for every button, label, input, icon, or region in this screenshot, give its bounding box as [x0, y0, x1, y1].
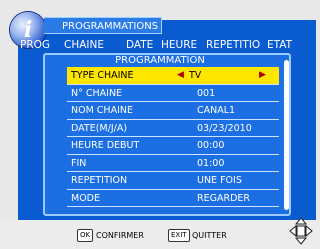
tab-date[interactable]: DATE — [126, 38, 153, 52]
row-date[interactable]: DATE(M/J/A) 03/23/2010 — [67, 120, 279, 137]
row-value: 001 — [197, 87, 216, 99]
ok-key-icon[interactable]: OK — [77, 229, 94, 242]
row-mode[interactable]: MODE REGARDER — [67, 190, 279, 207]
column-tabs: PROG CHAINE DATE HEURE REPETITIO ETAT — [18, 38, 316, 52]
row-label: N° CHAINE — [71, 87, 123, 99]
row-value: CANAL1 — [197, 105, 236, 116]
row-label: MODE — [71, 192, 100, 204]
scrollbar[interactable] — [284, 60, 289, 210]
window-title: PROGRAMMATIONS — [44, 17, 162, 34]
row-fin[interactable]: FIN 01:00 — [67, 155, 279, 172]
row-heure-debut[interactable]: HEURE DEBUT 00:00 — [67, 137, 279, 155]
row-label: HEURE DEBUT — [71, 140, 140, 151]
tab-prog[interactable]: PROG — [20, 38, 50, 52]
row-value: 00:00 — [197, 140, 225, 151]
tab-repetition[interactable]: REPETITIO — [206, 38, 260, 52]
row-repetition[interactable]: REPETITION UNE FOIS — [67, 172, 279, 190]
row-label: NOM CHAINE — [71, 105, 133, 116]
programming-panel: PROGRAMMATION TYPE CHAINE ◀ TV ▶ N° CHAI… — [43, 53, 291, 216]
settings-list: TYPE CHAINE ◀ TV ▶ N° CHAINE 001 NOM CHA… — [67, 67, 279, 207]
row-value: 01:00 — [197, 157, 225, 169]
exit-key-icon[interactable]: EXIT — [168, 229, 190, 242]
row-label: FIN — [71, 157, 87, 169]
confirm-label: CONFIRMER — [96, 231, 144, 240]
panel-title: PROGRAMMATION — [115, 55, 205, 66]
right-arrow-icon[interactable]: ▶ — [259, 67, 266, 84]
navigation-dpad-icon — [289, 217, 313, 245]
tab-chaine[interactable]: CHAINE — [64, 38, 104, 52]
tab-heure[interactable]: HEURE — [161, 38, 197, 52]
row-label: REPETITION — [71, 175, 128, 186]
row-value: REGARDER — [197, 192, 250, 204]
row-nom-chaine[interactable]: NOM CHAINE CANAL1 — [67, 102, 279, 120]
quit-label: QUITTER — [192, 231, 227, 240]
row-value: TV — [189, 70, 202, 81]
row-numero-chaine[interactable]: N° CHAINE 001 — [67, 85, 279, 102]
row-value: 03/23/2010 — [197, 122, 252, 134]
left-arrow-icon[interactable]: ◀ — [177, 67, 184, 84]
row-type-chaine[interactable]: TYPE CHAINE ◀ TV ▶ — [67, 67, 279, 85]
row-label: DATE(M/J/A) — [71, 122, 128, 134]
tab-etat[interactable]: ETAT — [267, 38, 292, 52]
row-label: TYPE CHAINE — [71, 70, 134, 81]
row-value: UNE FOIS — [197, 175, 242, 186]
footer-bar: OK CONFIRMER EXIT QUITTER — [0, 220, 320, 249]
